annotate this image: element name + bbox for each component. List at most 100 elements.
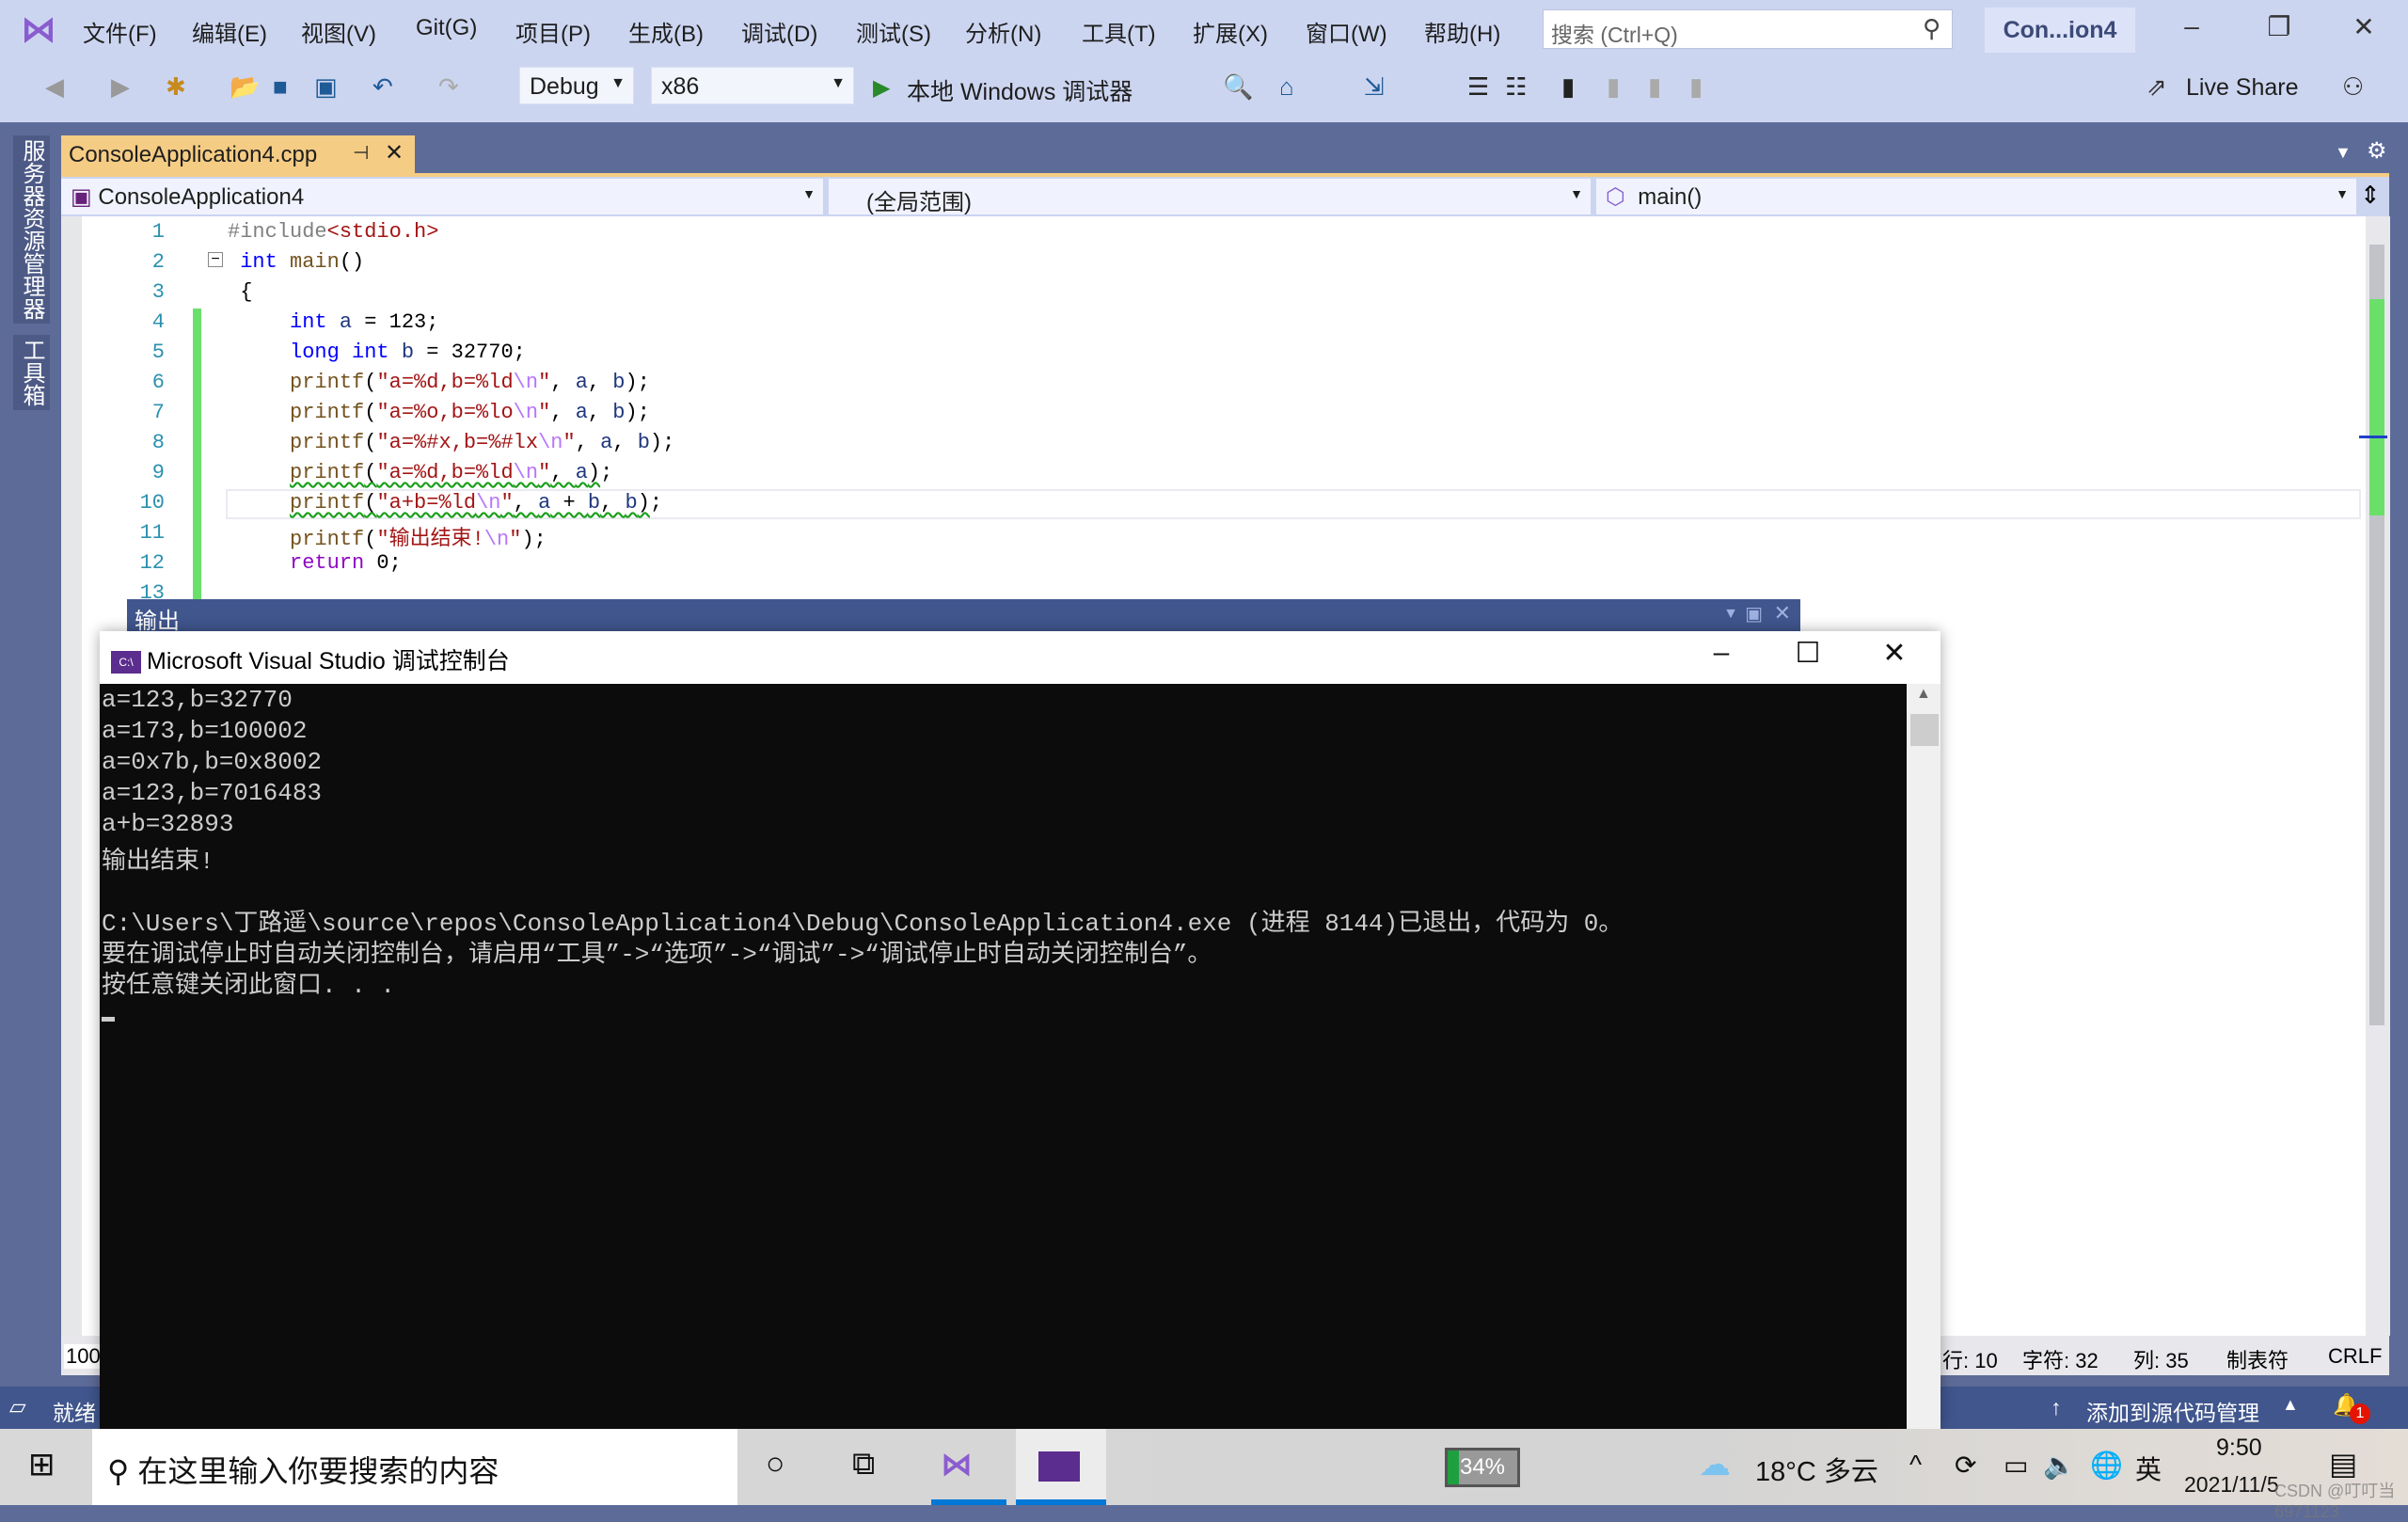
tabs-indicator[interactable]: 制表符: [2226, 1344, 2289, 1374]
network-globe-icon[interactable]: 🌐: [2090, 1450, 2123, 1481]
menu-analyze[interactable]: 分析(N): [965, 15, 1041, 48]
menu-view[interactable]: 视图(V): [301, 15, 376, 48]
start-debugging-button[interactable]: 本地 Windows 调试器: [907, 73, 1133, 107]
console-title-bar[interactable]: C:\ Microsoft Visual Studio 调试控制台 – ☐ ✕: [100, 631, 1941, 684]
sync-icon[interactable]: ⟳: [1955, 1450, 1976, 1481]
menu-debug[interactable]: 调试(D): [741, 15, 817, 48]
minimize-button[interactable]: –: [2168, 11, 2215, 41]
task-view-icon[interactable]: ⧉: [852, 1446, 875, 1482]
redo-icon[interactable]: ↷: [438, 72, 459, 102]
menu-window[interactable]: 窗口(W): [1306, 15, 1387, 48]
visual-studio-taskbar-icon[interactable]: ⋈: [941, 1446, 973, 1483]
split-window-icon[interactable]: ⇕: [2360, 181, 2381, 210]
save-all-icon[interactable]: ▣: [314, 72, 338, 102]
line-number: 12: [139, 551, 165, 575]
console-scrollbar[interactable]: ▲: [1907, 684, 1941, 1429]
weather-text[interactable]: 18°C 多云: [1755, 1450, 1878, 1489]
code-line-2: int main(): [240, 250, 365, 274]
home-icon[interactable]: ⌂: [1279, 72, 1294, 102]
menu-tools[interactable]: 工具(T): [1082, 15, 1156, 48]
live-share-icon[interactable]: ⇗: [2147, 72, 2167, 102]
scope-dropdown[interactable]: (全局范围) ▼: [829, 179, 1591, 215]
clock-time[interactable]: 9:50: [2216, 1435, 2262, 1462]
console-close-button[interactable]: ✕: [1866, 637, 1923, 670]
forward-icon[interactable]: ▶: [111, 72, 130, 102]
console-minimize-button[interactable]: –: [1693, 637, 1750, 669]
pin-icon[interactable]: ⊣: [353, 141, 369, 165]
document-tab[interactable]: ConsoleApplication4.cpp ⊣ ✕: [61, 135, 415, 173]
console-taskbar-button[interactable]: [1016, 1429, 1106, 1505]
undo-icon[interactable]: ↶: [372, 72, 393, 102]
char-indicator: 字符: 32: [2022, 1349, 2099, 1372]
panel-maximize-icon[interactable]: ▣: [1745, 602, 1763, 626]
configuration-select[interactable]: Debug ▼: [519, 67, 634, 104]
add-to-source-control-button[interactable]: 添加到源代码管理: [2086, 1395, 2259, 1427]
next-bookmark-icon[interactable]: ▮: [1648, 72, 1661, 102]
volume-icon[interactable]: 🔈: [2043, 1450, 2076, 1481]
platform-value: x86: [661, 73, 700, 100]
configuration-value: Debug: [530, 73, 599, 100]
zoom-level[interactable]: 100: [64, 1344, 103, 1369]
code-line-9: printf("a=%d,b=%ld\n", a);: [290, 461, 613, 484]
find-in-files-icon[interactable]: 🔍: [1223, 72, 1253, 102]
console-app-icon: C:\: [111, 651, 141, 674]
restore-button[interactable]: ❐: [2256, 11, 2303, 42]
open-folder-icon[interactable]: 📂: [230, 72, 260, 102]
windows-start-icon[interactable]: ⊞: [28, 1446, 55, 1483]
menu-file[interactable]: 文件(F): [83, 15, 157, 48]
cortana-icon[interactable]: ○: [766, 1446, 785, 1482]
toolbox-tab[interactable]: 工具箱: [13, 335, 50, 410]
menu-test[interactable]: 测试(S): [856, 15, 931, 48]
debug-console-window[interactable]: C:\ Microsoft Visual Studio 调试控制台 – ☐ ✕ a…: [100, 631, 1941, 1429]
step-icon[interactable]: ⇲: [1364, 72, 1385, 102]
prev-bookmark-icon[interactable]: ▮: [1607, 72, 1620, 102]
platform-select[interactable]: x86 ▼: [651, 67, 854, 104]
menu-help[interactable]: 帮助(H): [1424, 15, 1500, 48]
project-dropdown[interactable]: ▣ ConsoleApplication4 ▼: [61, 179, 823, 214]
search-input[interactable]: 搜索 (Ctrl+Q) ⚲: [1543, 9, 1953, 49]
live-share-button[interactable]: Live Share: [2186, 74, 2299, 102]
solution-name-badge[interactable]: Con...ion4: [1985, 8, 2135, 53]
member-dropdown[interactable]: ⬡ main() ▼: [1596, 179, 2356, 214]
bookmark-icon[interactable]: ▮: [1561, 72, 1575, 102]
play-icon[interactable]: ▶: [873, 74, 890, 102]
line-ending-indicator[interactable]: CRLF: [2328, 1344, 2382, 1369]
panel-close-icon[interactable]: ✕: [1774, 601, 1791, 626]
ready-icon: ▱: [9, 1394, 26, 1419]
comment-icon[interactable]: ☷: [1505, 72, 1527, 102]
indent-icon[interactable]: ☰: [1467, 72, 1489, 102]
clock-date[interactable]: 2021/11/5: [2184, 1472, 2279, 1498]
menu-build[interactable]: 生成(B): [628, 15, 704, 48]
panel-dropdown-icon[interactable]: ▼: [1723, 606, 1738, 623]
menu-edit[interactable]: 编辑(E): [192, 15, 267, 48]
back-icon[interactable]: ◀: [45, 72, 64, 102]
chevron-up-icon[interactable]: ^: [1909, 1450, 1922, 1480]
gear-icon[interactable]: ⚙: [2367, 137, 2387, 165]
menu-git[interactable]: Git(G): [416, 15, 477, 41]
collapse-icon[interactable]: −: [208, 252, 223, 267]
close-tab-icon[interactable]: ✕: [385, 139, 404, 166]
new-item-icon[interactable]: ✱: [166, 72, 186, 102]
menu-project[interactable]: 项目(P): [515, 15, 591, 48]
console-maximize-button[interactable]: ☐: [1780, 637, 1836, 670]
save-icon[interactable]: ■: [273, 72, 288, 102]
chevron-down-icon: ▼: [802, 186, 816, 201]
tab-list-dropdown-icon[interactable]: ▼: [2335, 143, 2352, 163]
line-number: 6: [151, 371, 165, 394]
clear-bookmarks-icon[interactable]: ▮: [1689, 72, 1703, 102]
navigation-bar: ▣ ConsoleApplication4 ▼ (全局范围) ▼ ⬡ main() ▼…: [61, 177, 2389, 216]
taskbar-search-input[interactable]: ⚲ 在这里输入你要搜索的内容: [92, 1429, 737, 1505]
chevron-down-icon: ▼: [2336, 186, 2349, 201]
server-explorer-tab[interactable]: 服务器资源管理器: [13, 135, 50, 324]
action-center-icon[interactable]: ▤: [2329, 1446, 2357, 1482]
visual-studio-logo-icon: ⋈: [21, 10, 56, 50]
ime-indicator[interactable]: 英: [2135, 1450, 2162, 1487]
menu-extensions[interactable]: 扩展(X): [1193, 15, 1268, 48]
battery-indicator[interactable]: 34%: [1445, 1448, 1520, 1487]
battery-saver-icon[interactable]: ▭: [2004, 1450, 2028, 1481]
scroll-up-icon[interactable]: ▲: [1916, 686, 1931, 703]
code-line-5: long int b = 32770;: [290, 341, 526, 364]
console-scroll-thumb[interactable]: [1910, 714, 1939, 746]
feedback-icon[interactable]: ⚇: [2342, 72, 2364, 102]
close-button[interactable]: ✕: [2340, 11, 2387, 42]
